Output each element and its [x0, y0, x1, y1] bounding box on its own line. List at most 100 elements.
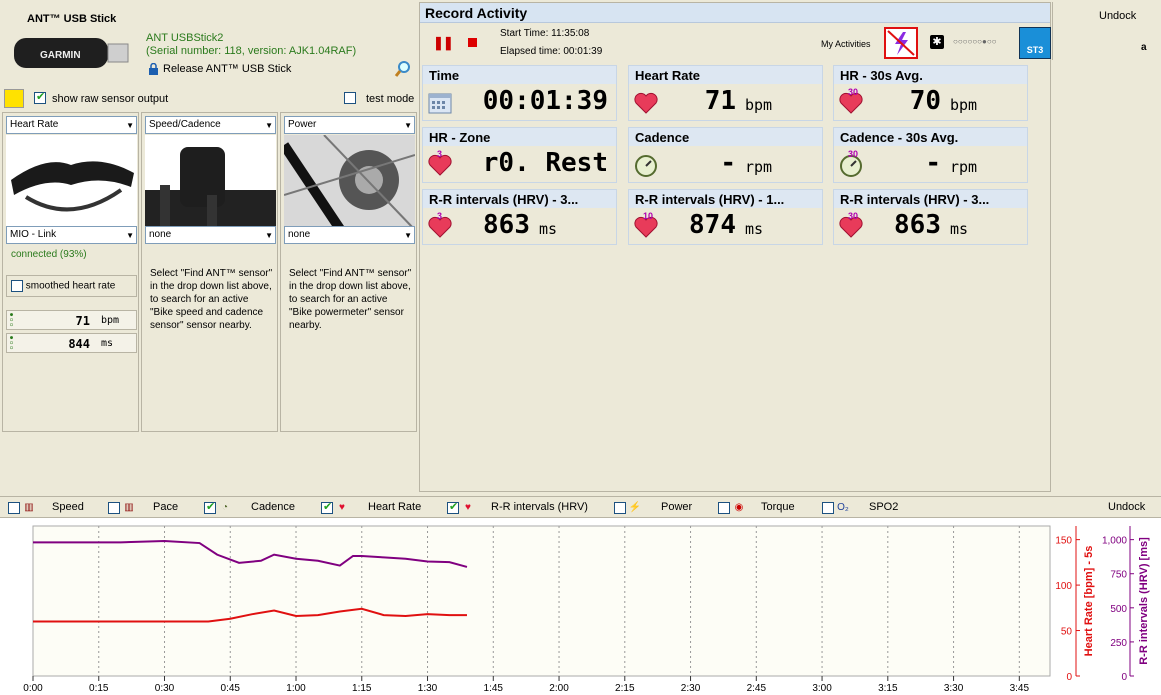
metric-value: -	[925, 148, 941, 178]
smoothed-hr-option[interactable]: smoothed heart rate	[6, 275, 137, 297]
garmin-logo: GARMIN	[40, 50, 81, 61]
metric-title: Heart Rate	[629, 66, 822, 84]
chevron-down-icon: ▼	[126, 121, 134, 130]
metric-value: 874	[689, 210, 736, 240]
x-tick-label: 2:00	[549, 683, 569, 694]
x-tick-label: 3:30	[944, 683, 964, 694]
metric-card: Cadence - rpm	[628, 127, 823, 183]
metric-unit: rpm	[745, 158, 773, 176]
metric-unit: bpm	[950, 96, 978, 114]
signal-dots-icon: ● ○ ○	[10, 312, 14, 328]
sensor-type-select[interactable]: Power ▼	[284, 116, 415, 134]
legend-checkbox[interactable]	[204, 500, 216, 514]
legend-checkbox[interactable]	[447, 500, 459, 514]
metric-unit: ms	[539, 220, 558, 238]
speed-icon: ▥	[24, 502, 34, 513]
metric-title: R-R intervals (HRV) - 1...	[629, 190, 822, 208]
undock-top-button[interactable]: Undock	[1099, 10, 1136, 22]
stop-button[interactable]	[468, 38, 477, 47]
record-title: Record Activity	[425, 5, 528, 21]
sensor-device-select[interactable]: none ▼	[145, 226, 276, 244]
chevron-down-icon: ▼	[404, 231, 412, 240]
metric-unit: rpm	[950, 158, 978, 176]
sensor-device-select[interactable]: none ▼	[284, 226, 415, 244]
metric-value: 00:01:39	[482, 86, 608, 116]
rr-tick-label: 1,000	[1102, 536, 1127, 547]
metric-badge: 30	[848, 87, 859, 97]
chevron-down-icon: ▼	[404, 121, 412, 130]
x-tick-label: 1:30	[418, 683, 438, 694]
legend-checkbox[interactable]	[321, 500, 333, 514]
undock-chart-button[interactable]: Undock	[1108, 501, 1145, 513]
smoothed-hr-checkbox[interactable]	[11, 280, 23, 292]
metric-unit: bpm	[745, 96, 773, 114]
show-raw-checkbox[interactable]	[34, 90, 46, 104]
metric-unit: ms	[950, 220, 969, 238]
x-tick-label: 0:15	[89, 683, 109, 694]
sensor-hint: Select "Find ANT™ sensor" in the drop do…	[150, 268, 273, 331]
connection-status: connected (93%)	[11, 249, 87, 260]
pace-icon: ▥	[124, 502, 134, 513]
legend-label: Cadence	[251, 501, 296, 513]
stopwatch-icon: ◔	[221, 502, 229, 513]
legend-checkbox[interactable]	[108, 502, 120, 514]
x-tick-label: 3:00	[812, 683, 832, 694]
hr-tick-label: 100	[1055, 581, 1072, 592]
legend-label: Speed	[52, 501, 84, 513]
x-tick-label: 0:00	[23, 683, 43, 694]
hr-tick-label: 50	[1061, 627, 1073, 638]
start-time: Start Time: 11:35:08	[500, 28, 590, 39]
rr-axis-label: R-R intervals (HRV) [ms]	[1138, 537, 1150, 665]
legend-label: R-R intervals (HRV)	[491, 501, 588, 513]
legend-checkbox[interactable]	[718, 502, 730, 514]
plot-area	[32, 525, 1051, 677]
my-activities-label[interactable]: My Activities	[821, 39, 871, 49]
activity-chart: 0:00 0:15 0:30 0:45 1:00 1:15 1:30 1:45 2:00 2:15…	[0, 518, 1161, 695]
legend-label: Pace	[153, 501, 179, 513]
x-tick-label: 2:30	[681, 683, 701, 694]
release-stick-button[interactable]: Release ANT™ USB Stick	[148, 63, 291, 75]
o2-icon: O₂	[837, 502, 849, 513]
sensor-type-select[interactable]: Speed/Cadence ▼	[145, 116, 276, 134]
progress-dots: ○○○○○○●○○	[953, 37, 997, 46]
sensor-column-power: Power ▼ none ▼ Select "Find ANT™ sensor" i…	[280, 112, 417, 432]
x-tick-label: 0:45	[221, 683, 241, 694]
ant-stick-title: ANT™ USB Stick	[27, 13, 117, 25]
chevron-down-icon: ▼	[265, 121, 273, 130]
rr-tick-label: 0	[1121, 672, 1127, 683]
metric-title: R-R intervals (HRV) - 3...	[834, 190, 1027, 208]
powermeter-image	[284, 135, 415, 235]
lock-icon	[149, 63, 158, 75]
metric-title: Time	[423, 66, 616, 84]
legend-label: Torque	[761, 501, 795, 513]
metric-value: 863	[483, 210, 530, 240]
stick-name: ANT USBStick2	[146, 32, 224, 44]
metric-card: Cadence - 30s Avg. 30 - rpm	[833, 127, 1028, 183]
metric-value: 71	[704, 86, 736, 116]
pause-button[interactable]: ❚❚	[433, 35, 454, 51]
raw-rr-readout: ● ○ ○ 844 ms	[6, 333, 137, 353]
x-tick-label: 1:15	[352, 683, 372, 694]
x-tick-label: 1:00	[286, 683, 306, 694]
metric-title: HR - Zone	[423, 128, 616, 146]
heart-icon: ♥	[339, 502, 345, 513]
gear-icon[interactable]: ✱	[930, 35, 944, 49]
st3-sync-button[interactable]: ST3	[1019, 27, 1051, 59]
no-activity-icon[interactable]	[884, 27, 918, 59]
raw-hr-readout: ● ○ ○ 71 bpm	[6, 310, 137, 330]
undock-top-area: Undock a	[1052, 2, 1161, 60]
test-mode-checkbox[interactable]	[344, 92, 356, 104]
sensor-column-speed-cadence: Speed/Cadence ▼ none ▼ Select "Find ANT™ s…	[141, 112, 278, 432]
metric-title: Cadence - 30s Avg.	[834, 128, 1027, 146]
calendar-icon	[428, 93, 452, 114]
metric-badge: 10	[643, 211, 654, 221]
metric-value: -	[720, 148, 736, 178]
sensor-type-select[interactable]: Heart Rate ▼	[6, 116, 137, 134]
sensor-device-select[interactable]: MIO - Link ▼	[6, 226, 137, 244]
legend-checkbox[interactable]	[614, 502, 626, 514]
metric-card: HR - 30s Avg. 30 70 bpm	[833, 65, 1028, 121]
side-panel-letter: a	[1141, 42, 1147, 53]
legend-checkbox[interactable]	[822, 502, 834, 514]
magnifier-icon[interactable]	[394, 60, 412, 78]
legend-checkbox[interactable]	[8, 502, 20, 514]
